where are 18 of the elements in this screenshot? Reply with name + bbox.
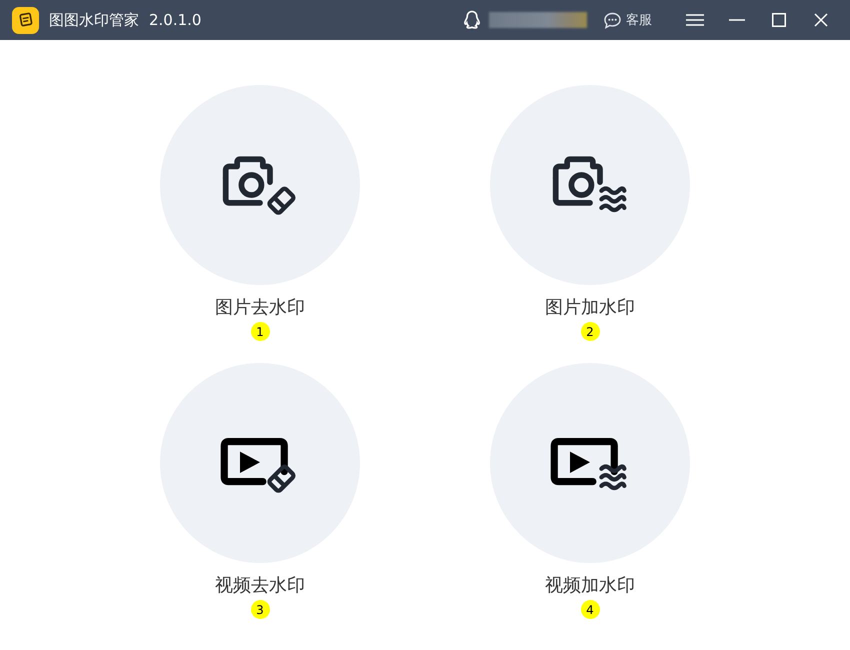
tool-label: 视频去水印 — [215, 574, 305, 597]
number-badge: 4 — [580, 600, 600, 619]
number-badge: 3 — [250, 600, 270, 619]
app-title: 图图水印管家 — [49, 10, 139, 30]
tool-label: 图片去水印 — [215, 296, 305, 319]
close-icon — [814, 13, 828, 27]
number-badge: 1 — [250, 322, 270, 341]
support-button[interactable]: 客服 — [603, 11, 652, 29]
penguin-icon[interactable] — [463, 10, 481, 30]
tool-label: 图片加水印 — [545, 296, 635, 319]
app-logo-icon — [12, 6, 39, 34]
number-badge: 2 — [580, 322, 600, 341]
chat-bubble-icon — [603, 12, 622, 28]
tool-label: 视频加水印 — [545, 574, 635, 597]
maximize-icon — [772, 13, 786, 27]
minimize-icon — [729, 19, 745, 21]
menu-icon — [686, 13, 704, 27]
app-version: 2.0.1.0 — [149, 11, 202, 29]
